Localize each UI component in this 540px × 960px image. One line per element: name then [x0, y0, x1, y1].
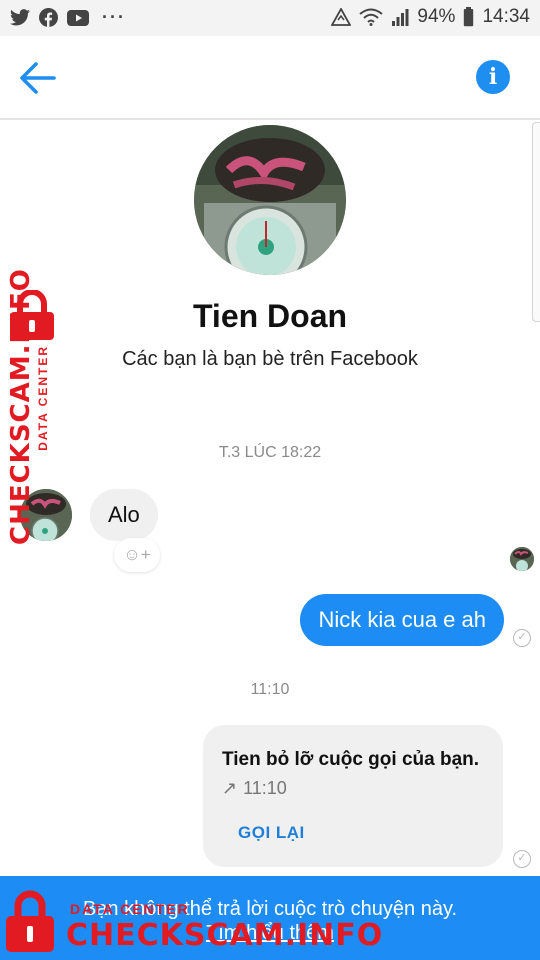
battery-icon: [464, 7, 474, 27]
add-reaction-button[interactable]: ☺+: [114, 538, 160, 572]
message-timestamp: T.3 LÚC 18:22: [218, 444, 322, 461]
conversation-toolbar: i: [0, 36, 540, 120]
sent-check-icon: ✓: [513, 850, 531, 868]
friendship-status: Các bạn là bạn bè trên Facebook: [122, 348, 418, 370]
missed-call-title: Tien bỏ lỡ cuộc gọi của bạn.: [222, 749, 480, 770]
clock: 14:34: [482, 6, 530, 27]
call-back-button[interactable]: GỌI LẠI: [238, 823, 305, 843]
watermark-tag: DATA CENTER: [36, 345, 50, 451]
missed-call-meta: ↗ 11:10: [222, 778, 287, 799]
data-saver-icon: [331, 8, 352, 26]
missed-call-time: 11:10: [243, 778, 287, 798]
seen-by-avatar: [510, 547, 534, 571]
status-bar-notifications: ···: [10, 7, 126, 28]
watermark-tag: DATA CENTER: [70, 901, 190, 917]
twitter-icon: [10, 9, 30, 26]
arrow-left-icon: [20, 62, 56, 94]
status-bar: ··· 94% 14:34: [0, 0, 540, 36]
more-notifications-indicator: ···: [102, 7, 126, 27]
missed-call-card: Tien bỏ lỡ cuộc gọi của bạn. ↗ 11:10 GỌI…: [203, 725, 503, 867]
sent-check-icon: ✓: [513, 629, 531, 647]
info-button[interactable]: i: [476, 60, 510, 94]
profile-avatar[interactable]: [194, 125, 346, 275]
watermark-lock-icon: [6, 890, 54, 952]
avatar-image: [194, 125, 346, 275]
signal-icon: [392, 9, 409, 26]
scrollbar[interactable]: [532, 122, 540, 322]
watermark-brand: CHECKSCAM.INFO: [6, 268, 36, 545]
avatar-image: [510, 547, 534, 571]
youtube-icon: [67, 9, 89, 26]
status-bar-system: 94% 14:34: [331, 6, 530, 28]
message-timestamp: 11:10: [250, 681, 290, 698]
outgoing-call-arrow-icon: ↗: [222, 778, 238, 798]
facebook-icon: [39, 8, 58, 27]
back-button[interactable]: [18, 58, 64, 98]
watermark-brand: CHECKSCAM.INFO: [66, 918, 384, 953]
outgoing-message-bubble[interactable]: Nick kia cua e ah: [300, 594, 504, 646]
incoming-message-bubble[interactable]: Alo: [90, 489, 158, 541]
profile-name: Tien Doan: [192, 298, 348, 334]
battery-percent: 94%: [417, 6, 456, 27]
info-icon: i: [488, 64, 498, 90]
wifi-icon: [359, 8, 384, 26]
